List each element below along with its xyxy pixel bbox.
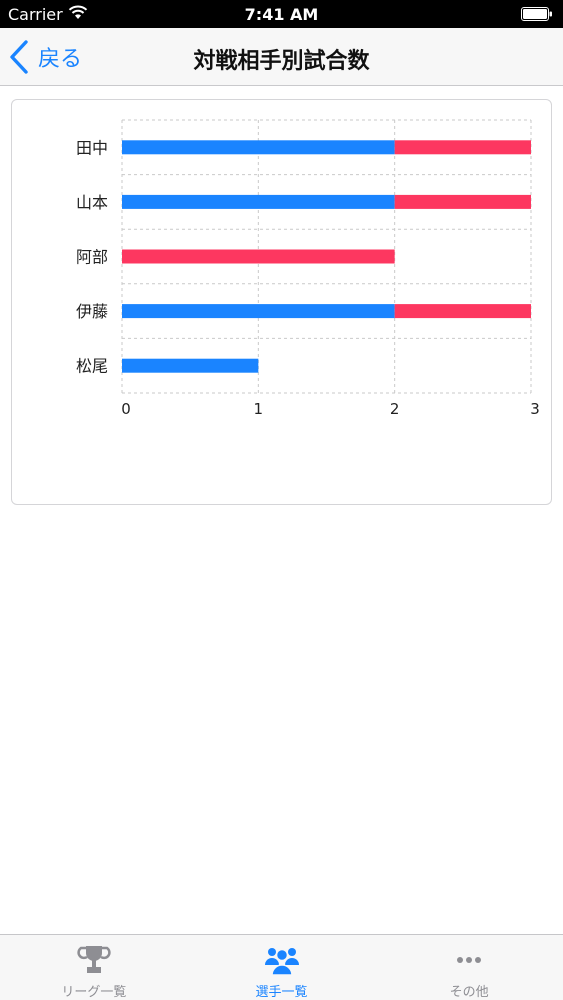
x-tick-label: 1 [254,400,264,418]
tab-label: その他 [449,985,489,1000]
bar-chart: 田中山本阿部伊藤松尾 0 1 2 3 [76,119,540,418]
bar-segment [122,249,395,264]
category-label: 松尾 [76,357,108,376]
category-label: 山本 [76,193,108,212]
bar-segment [394,140,531,155]
tab-player-list[interactable]: 選手一覧 [188,935,376,1000]
bar-segment [122,140,395,155]
bar-segment [122,358,259,373]
chart-card: 田中山本阿部伊藤松尾 0 1 2 3 [11,99,552,505]
tab-bar: リーグ一覧 選手一覧 その他 [0,934,563,1000]
tab-label: 選手一覧 [255,985,308,1000]
tab-other[interactable]: その他 [375,935,563,1000]
bar-segment [394,194,531,209]
x-tick-label: 0 [121,400,131,418]
status-time: 7:41 AM [244,5,319,24]
navigation-bar: 戻る 対戦相手別試合数 [0,28,563,86]
page-title: 対戦相手別試合数 [193,49,370,74]
trophy-icon [77,946,111,973]
more-icon [457,957,482,963]
category-label: 阿部 [76,248,108,267]
x-tick-label: 2 [390,400,400,418]
battery-icon [521,7,552,21]
bar-segment [122,304,395,319]
bar-segment [122,194,395,209]
x-tick-label: 3 [530,400,540,418]
bar-segment [394,304,531,319]
status-bar: Carrier 7:41 AM [0,0,563,28]
category-label: 田中 [76,138,108,157]
tab-league-list[interactable]: リーグ一覧 [0,935,188,1000]
category-label: 伊藤 [76,302,108,321]
tab-label: リーグ一覧 [61,985,127,1000]
people-icon [264,948,299,976]
